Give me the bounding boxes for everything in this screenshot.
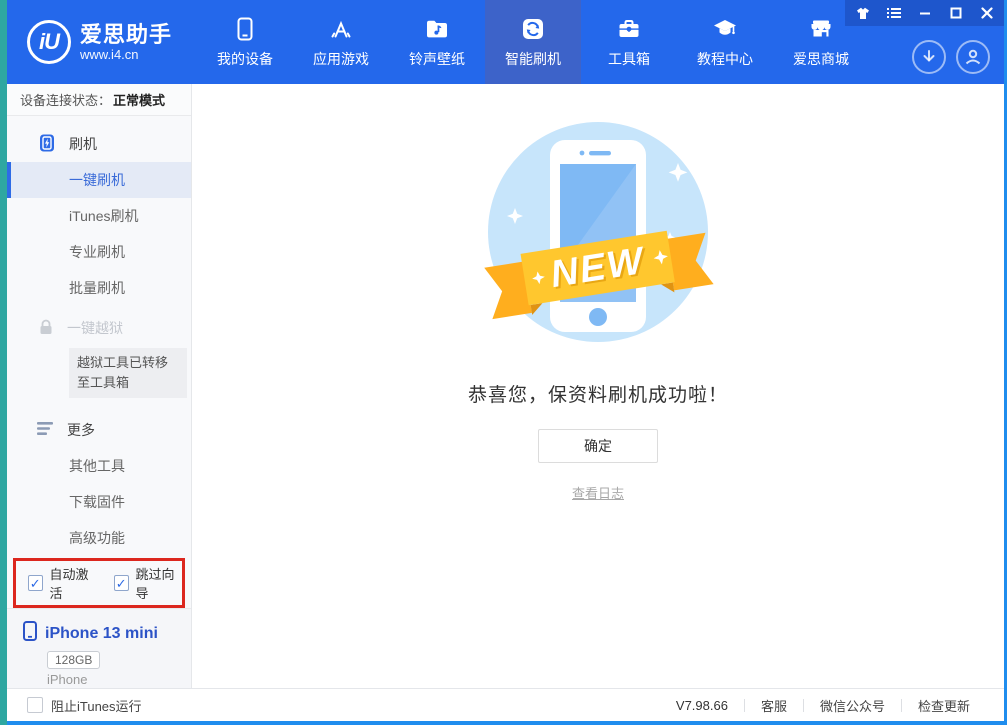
nav-smart-flash[interactable]: 智能刷机 (485, 0, 581, 84)
sidebar-item-advanced-features[interactable]: 高级功能 (7, 520, 191, 556)
checkbox-checked-icon[interactable]: ✓ (28, 575, 43, 591)
item-label: 批量刷机 (69, 278, 125, 298)
nav-ringtone-wallpaper[interactable]: 铃声壁纸 (389, 0, 485, 84)
confirm-button[interactable]: 确定 (538, 429, 658, 463)
nav-label: 教程中心 (697, 49, 753, 69)
checkbox-checked-icon[interactable]: ✓ (114, 575, 129, 591)
flash-options-highlight: ✓ 自动激活 ✓ 跳过向导 (13, 558, 185, 608)
nav-label: 爱思商城 (793, 49, 849, 69)
titlebar-controls (845, 0, 1004, 26)
flash-phone-icon (37, 133, 57, 156)
block-itunes-checkbox[interactable]: ✓ 阻止iTunes运行 (27, 696, 142, 715)
sidebar-item-itunes-flash[interactable]: iTunes刷机 (7, 198, 191, 234)
jailbreak-moved-note: 越狱工具已转移至工具箱 (69, 348, 187, 398)
connected-device-panel: iPhone 13 mini 128GB iPhone (7, 608, 191, 688)
store-icon (808, 16, 834, 42)
section-more: 更多 (7, 412, 191, 448)
maximize-icon[interactable] (948, 6, 963, 21)
skin-theme-icon[interactable] (855, 6, 870, 21)
checkbox-label: 自动激活 (50, 564, 96, 602)
item-label: iTunes刷机 (69, 206, 139, 226)
new-phone-illustration: NEW NEW (482, 120, 714, 352)
app-logo: iU 爱思助手 www.i4.cn (7, 0, 185, 84)
section-label: 更多 (67, 420, 95, 440)
device-icon (232, 16, 258, 42)
sidebar-item-batch-flash[interactable]: 批量刷机 (7, 270, 191, 306)
nav-toolbox[interactable]: 工具箱 (581, 0, 677, 84)
app-window: iU 爱思助手 www.i4.cn 我的设备 应用游戏 (7, 0, 1007, 725)
item-label: 高级功能 (69, 528, 125, 548)
main-content: NEW NEW 恭喜您，保资料刷机成功啦！ 确定 查看日志 (192, 84, 1004, 688)
more-lines-icon (37, 422, 55, 439)
flash-success-message: 恭喜您，保资料刷机成功啦！ (468, 380, 728, 407)
menu-list-icon[interactable] (886, 6, 901, 21)
sidebar-menu: 刷机 一键刷机 iTunes刷机 专业刷机 批量刷机 (7, 116, 191, 556)
item-label: 专业刷机 (69, 242, 125, 262)
item-label: 下载固件 (69, 492, 125, 512)
section-label: 刷机 (69, 134, 97, 154)
status-bar: ✓ 阻止iTunes运行 V7.98.66 客服 微信公众号 检查更新 (7, 688, 1004, 721)
nav-label: 工具箱 (608, 49, 650, 69)
tutorial-icon (712, 16, 738, 42)
ringtone-wallpaper-icon (424, 16, 450, 42)
nav-my-device[interactable]: 我的设备 (197, 0, 293, 84)
nav-tutorial-center[interactable]: 教程中心 (677, 0, 773, 84)
app-version: V7.98.66 (660, 698, 744, 713)
item-label: 其他工具 (69, 456, 125, 476)
download-circle-icon[interactable] (912, 40, 946, 74)
skip-setup-checkbox[interactable]: ✓ 跳过向导 (114, 564, 182, 602)
sidebar-item-other-tools[interactable]: 其他工具 (7, 448, 191, 484)
checkbox-unchecked-icon[interactable]: ✓ (27, 697, 43, 713)
lock-icon (37, 318, 55, 339)
status-value: 正常模式 (113, 90, 165, 109)
auto-activate-checkbox[interactable]: ✓ 自动激活 (28, 564, 96, 602)
nav-label: 智能刷机 (505, 49, 561, 69)
app-title: 爱思助手 (80, 23, 172, 47)
customer-service-link[interactable]: 客服 (745, 696, 803, 715)
user-circle-icon[interactable] (956, 40, 990, 74)
minimize-icon[interactable] (917, 6, 932, 21)
status-label: 设备连接状态： (20, 90, 111, 109)
section-label: 一键越狱 (67, 318, 123, 338)
device-capacity-badge: 128GB (47, 651, 100, 669)
nav-label: 我的设备 (217, 49, 273, 69)
view-log-link[interactable]: 查看日志 (572, 483, 624, 502)
app-url: www.i4.cn (80, 47, 172, 62)
device-type: iPhone (47, 672, 177, 687)
device-name: iPhone 13 mini (45, 625, 158, 643)
close-icon[interactable] (979, 6, 994, 21)
sidebar-item-one-click-flash[interactable]: 一键刷机 (7, 162, 191, 198)
section-flash: 刷机 (7, 126, 191, 162)
wechat-official-link[interactable]: 微信公众号 (804, 696, 901, 715)
toolbox-icon (616, 16, 642, 42)
logo-mark-icon: iU (27, 20, 71, 64)
sidebar-item-pro-flash[interactable]: 专业刷机 (7, 234, 191, 270)
check-update-link[interactable]: 检查更新 (902, 696, 986, 715)
nav-label: 铃声壁纸 (409, 49, 465, 69)
nav-label: 应用游戏 (313, 49, 369, 69)
checkbox-label: 阻止iTunes运行 (51, 696, 142, 715)
section-jailbreak: 一键越狱 (7, 310, 191, 346)
appstore-icon (328, 16, 354, 42)
iphone-icon (23, 621, 37, 646)
checkbox-label: 跳过向导 (136, 564, 182, 602)
sidebar-item-download-firmware[interactable]: 下载固件 (7, 484, 191, 520)
item-label: 一键刷机 (69, 170, 125, 190)
header: iU 爱思助手 www.i4.cn 我的设备 应用游戏 (7, 0, 1004, 84)
smart-flash-icon (520, 16, 546, 42)
sidebar: 设备连接状态： 正常模式 刷机 一键刷机 iTunes刷机 专业刷机 (7, 84, 192, 688)
status-bar-right: V7.98.66 客服 微信公众号 检查更新 (660, 696, 986, 715)
device-connection-status: 设备连接状态： 正常模式 (7, 84, 191, 116)
main-nav: 我的设备 应用游戏 铃声壁纸 智能刷机 (197, 0, 869, 84)
nav-apps-games[interactable]: 应用游戏 (293, 0, 389, 84)
header-quick-buttons (912, 40, 990, 74)
